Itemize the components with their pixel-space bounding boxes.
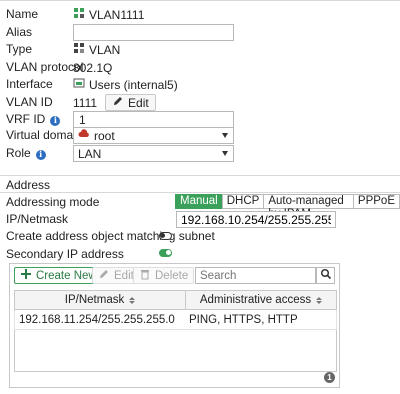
mode-ipam-button[interactable]: Auto-managed by IPAM: [263, 194, 354, 220]
vlan-id-edit-label: Edit: [128, 95, 149, 110]
plus-icon: [20, 268, 32, 283]
cell-admin-access: PING, HTTPS, HTTP: [189, 313, 298, 326]
trash-icon: [139, 268, 151, 283]
vlan-interface-icon: [73, 7, 85, 22]
row-count-badge: 1: [324, 372, 335, 383]
address-section-header: Address: [0, 175, 400, 193]
vrf-id-label-text: VRF ID: [6, 112, 46, 126]
search-icon: [320, 268, 332, 283]
virtual-domain-select[interactable]: root: [73, 127, 234, 144]
mode-manual-button[interactable]: Manual: [175, 194, 223, 209]
chevron-down-icon: [222, 133, 228, 138]
chevron-down-icon: [222, 151, 228, 156]
vlan-protocol-value: 802.1Q: [73, 60, 113, 75]
name-value: VLAN1111: [73, 6, 144, 23]
addressing-mode-label: Addressing mode: [6, 195, 100, 209]
name-label: Name: [6, 7, 39, 21]
role-select[interactable]: LAN: [73, 145, 234, 162]
virtual-domain-value: root: [94, 128, 115, 143]
role-label-text: Role: [6, 146, 31, 160]
secondary-ip-toggle[interactable]: [159, 249, 172, 257]
pencil-icon: [98, 268, 110, 283]
sort-icon: [316, 296, 323, 304]
vrf-id-label: VRF ID i: [6, 111, 61, 128]
role-value: LAN: [78, 146, 102, 161]
column-header-admin-access[interactable]: Administrative access: [185, 291, 336, 309]
vdom-cloud-icon: [78, 128, 90, 143]
mode-dhcp-button[interactable]: DHCP: [221, 194, 265, 209]
virtual-domain-label: Virtual domain: [6, 128, 83, 142]
type-text: VLAN: [89, 42, 121, 57]
table-row[interactable]: 192.168.11.254/255.255.255.0 PING, HTTPS…: [14, 310, 337, 330]
search-input[interactable]: [195, 267, 316, 284]
top-divider: [0, 0, 400, 1]
vlan-id-text: 1111: [73, 95, 98, 110]
addressing-mode-selector: Manual DHCP Auto-managed by IPAM PPPoE: [175, 194, 400, 220]
sort-icon: [129, 296, 136, 304]
type-value: VLAN: [73, 41, 120, 58]
table-delete-button[interactable]: Delete: [133, 267, 195, 284]
info-icon[interactable]: i: [50, 115, 61, 126]
secondary-ip-panel: Create New Edit Delete IP/Netmask: [9, 263, 340, 388]
vlan-protocol-label: VLAN protocol: [6, 60, 84, 74]
interface-label: Interface: [6, 77, 53, 91]
alias-input[interactable]: [73, 24, 234, 41]
create-new-label: Create New: [36, 269, 97, 282]
ip-netmask-input[interactable]: [176, 211, 336, 228]
type-label: Type: [6, 42, 33, 56]
column-header-ip-netmask-label: IP/Netmask: [64, 294, 125, 306]
vlan-id-value: 1111 Edit: [73, 94, 156, 111]
vlan-id-edit-button[interactable]: Edit: [105, 94, 156, 111]
mode-pppoe-button[interactable]: PPPoE: [352, 194, 400, 209]
create-new-button[interactable]: Create New: [14, 267, 103, 284]
cell-ip-netmask: 192.168.11.254/255.255.255.0: [19, 313, 175, 326]
vlan-type-icon: [73, 42, 85, 57]
interface-name: VLAN1111: [89, 7, 145, 22]
alias-label: Alias: [6, 25, 33, 39]
interface-text: Users (internal5): [89, 77, 178, 92]
info-icon[interactable]: i: [35, 149, 46, 160]
column-header-ip-netmask[interactable]: IP/Netmask: [15, 291, 185, 309]
create-address-toggle[interactable]: [159, 232, 172, 240]
create-address-label: Create address object matching subnet: [6, 229, 215, 243]
column-header-admin-access-label: Administrative access: [199, 294, 312, 306]
secondary-ip-toolbar: Create New Edit Delete: [10, 264, 339, 288]
vrf-id-input[interactable]: [73, 111, 234, 128]
address-section-title: Address: [6, 178, 51, 192]
ip-netmask-label: IP/Netmask: [6, 212, 69, 226]
table-delete-label: Delete: [155, 269, 189, 282]
table-edit-label: Edit: [114, 269, 134, 282]
secondary-ip-label: Secondary IP address: [6, 247, 124, 261]
search-button[interactable]: [316, 267, 335, 284]
role-label: Role i: [6, 145, 46, 162]
physical-port-icon: [73, 77, 85, 92]
vlan-id-label: VLAN ID: [6, 95, 53, 109]
pencil-icon: [112, 95, 124, 110]
interface-value: Users (internal5): [73, 76, 178, 93]
table-header: IP/Netmask Administrative access: [14, 290, 337, 310]
